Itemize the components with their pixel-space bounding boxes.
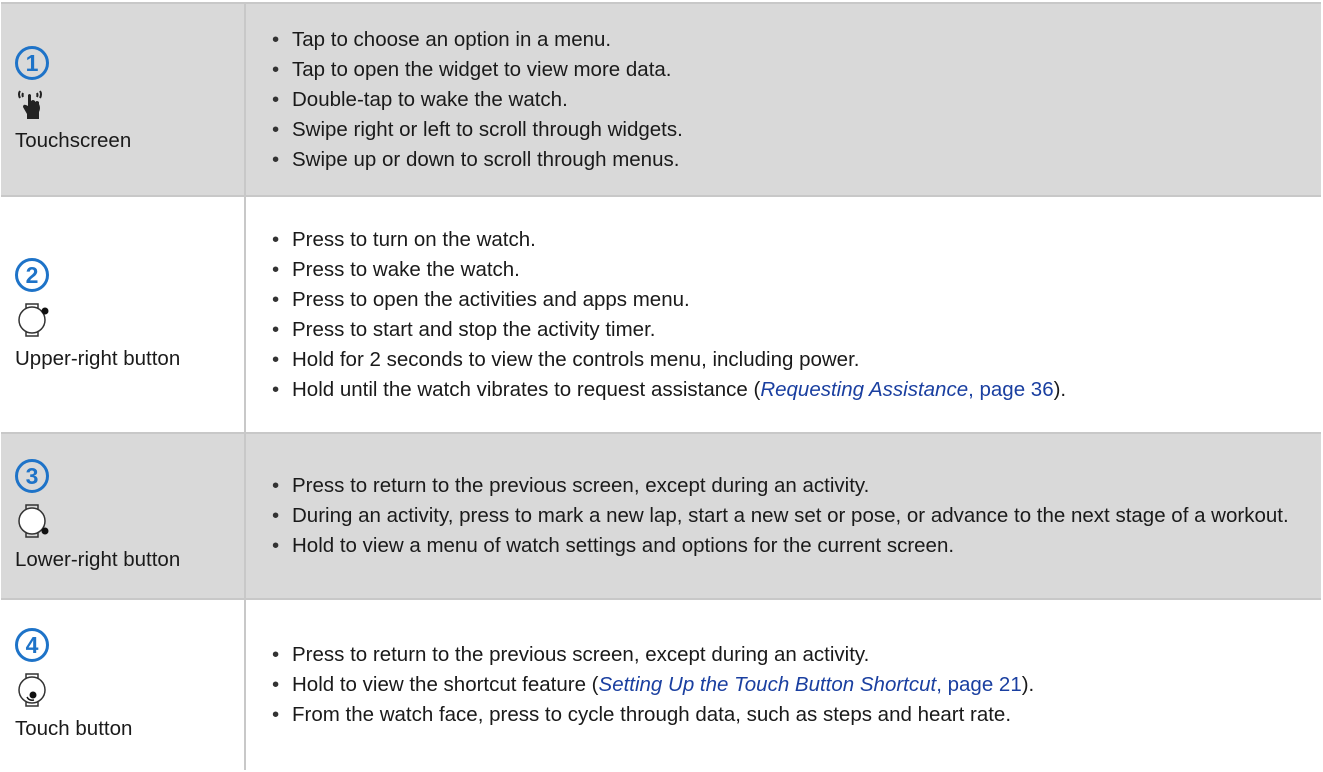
lower-right-button-icon — [18, 504, 49, 538]
bullet-list: Press to return to the previous screen, … — [272, 471, 1321, 561]
control-cell: 1 Touchscreen — [1, 4, 246, 195]
description-cell: Tap to choose an option in a menu. Tap t… — [246, 4, 1321, 195]
list-item: Tap to open the widget to view more data… — [272, 55, 1321, 85]
touch-button-icon — [18, 673, 46, 707]
list-item: Press to return to the previous screen, … — [272, 471, 1321, 501]
list-item: Hold until the watch vibrates to request… — [272, 375, 1321, 405]
callout-number-2: 2 — [15, 257, 49, 292]
table-row-lower-right-button: 3 Lower-right button Press to return to … — [1, 434, 1321, 600]
list-item: Double-tap to wake the watch. — [272, 85, 1321, 115]
item-text: Hold to view the shortcut feature ( — [292, 673, 599, 696]
table-row-touchscreen: 1 Touchscreen Tap to choose an option in… — [1, 4, 1321, 197]
list-item: Swipe right or left to scroll through wi… — [272, 115, 1321, 145]
callout-number-4: 4 — [15, 628, 49, 662]
item-text: ). — [1053, 377, 1067, 401]
control-label: Upper-right button — [15, 346, 181, 370]
list-item: During an activity, press to mark a new … — [272, 501, 1321, 531]
link-title: Setting Up the Touch Button Shortcut — [598, 673, 937, 696]
description-cell: Press to return to the previous screen, … — [246, 434, 1321, 598]
table-row-touch-button: 4 Touch button Press to return to the pr… — [1, 600, 1321, 770]
link-title: Requesting Assistance — [760, 377, 969, 401]
list-item: Swipe up or down to scroll through menus… — [272, 145, 1321, 175]
list-item: Hold to view the shortcut feature (Setti… — [272, 670, 1321, 700]
description-cell: Press to turn on the watch. Press to wak… — [246, 197, 1321, 432]
link-page: , page 21 — [936, 673, 1022, 696]
callout-number-3: 3 — [15, 459, 49, 493]
table-row-upper-right-button: 2 Upper-right button Press to turn on th… — [1, 197, 1321, 434]
list-item: Press to start and stop the activity tim… — [272, 315, 1321, 345]
list-item: Hold for 2 seconds to view the controls … — [272, 345, 1321, 375]
description-cell: Press to return to the previous screen, … — [246, 600, 1321, 770]
control-cell: 4 Touch button — [1, 600, 246, 770]
link-page: , page 36 — [968, 377, 1054, 401]
list-item: From the watch face, press to cycle thro… — [272, 700, 1321, 730]
list-item: Press to return to the previous screen, … — [272, 640, 1321, 670]
list-item: Press to wake the watch. — [272, 255, 1321, 285]
controls-table: 1 Touchscreen Tap to choose an option in… — [1, 2, 1321, 770]
list-item: Press to turn on the watch. — [272, 225, 1321, 255]
control-label: Touchscreen — [15, 128, 132, 152]
bullet-list: Tap to choose an option in a menu. Tap t… — [272, 25, 1321, 175]
bullet-list: Press to return to the previous screen, … — [272, 640, 1321, 730]
control-label: Lower-right button — [15, 548, 181, 571]
control-label: Touch button — [15, 717, 133, 740]
list-item: Press to open the activities and apps me… — [272, 285, 1321, 315]
bullet-list: Press to turn on the watch. Press to wak… — [272, 225, 1321, 405]
touch-hand-icon — [18, 89, 42, 119]
upper-right-button-icon — [18, 302, 49, 337]
item-text: ). — [1021, 673, 1035, 696]
control-cell: 2 Upper-right button — [1, 197, 246, 432]
touch-button-shortcut-link[interactable]: Setting Up the Touch Button Shortcut, pa… — [599, 673, 1022, 696]
requesting-assistance-link[interactable]: Requesting Assistance, page 36 — [760, 378, 1053, 401]
list-item: Hold to view a menu of watch settings an… — [272, 531, 1321, 561]
control-cell: 3 Lower-right button — [1, 434, 246, 598]
callout-number-1: 1 — [15, 45, 49, 80]
item-text: Hold until the watch vibrates to request… — [292, 377, 761, 401]
list-item: Tap to choose an option in a menu. — [272, 25, 1321, 55]
